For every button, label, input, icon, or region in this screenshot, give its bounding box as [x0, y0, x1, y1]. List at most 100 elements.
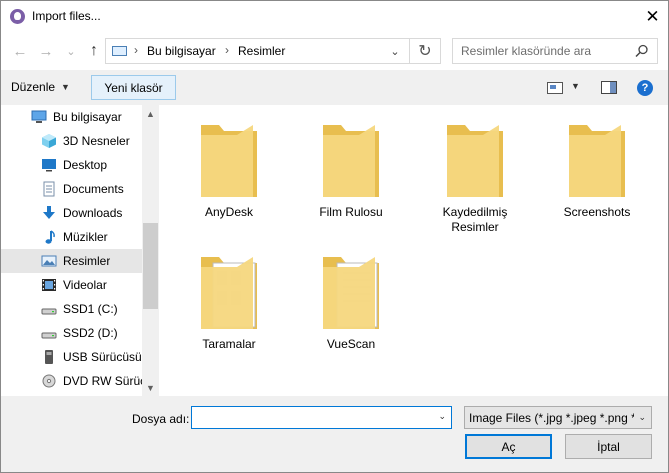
sidebar-item[interactable]: DVD RW Sürüc: [1, 369, 142, 393]
folder-icon: [199, 253, 259, 331]
navigation-scrollbar[interactable]: ▲ ▼: [142, 105, 159, 396]
chevron-down-icon[interactable]: ⌄: [438, 411, 446, 422]
recent-locations-button[interactable]: ⌄: [61, 40, 81, 62]
folder-item[interactable]: AnyDesk: [179, 121, 279, 220]
dialog-footer: Dosya adı: ⌄ Image Files (*.jpg *.jpeg *…: [1, 396, 668, 472]
folder-item[interactable]: Film Rulosu: [301, 121, 401, 220]
navigation-pane: Bu bilgisayar 3D Nesneler Desktop Documents…: [1, 105, 160, 396]
filename-label: Dosya adı:: [132, 412, 190, 426]
folder-item[interactable]: Screenshots: [547, 121, 647, 220]
window-title: Import files...: [32, 9, 101, 23]
downloads-icon: [41, 205, 57, 221]
open-label: Aç: [501, 439, 516, 454]
title-bar: Import files... ✕: [1, 1, 668, 32]
scroll-down-arrow[interactable]: ▼: [142, 379, 159, 396]
pictures-icon: [41, 253, 57, 269]
organize-button[interactable]: Düzenle ▼: [11, 76, 70, 98]
file-list: AnyDesk Film Rulosu Kaydedilmiş Resimler Sc…: [161, 105, 668, 396]
sidebar-item[interactable]: Documents: [1, 177, 142, 201]
view-options-chevron-icon[interactable]: ▼: [571, 81, 580, 91]
folder-icon: [199, 121, 259, 199]
pictures-location-icon: [112, 46, 127, 56]
sidebar-item[interactable]: SSD2 (D:): [1, 321, 142, 345]
sidebar-item-label: Müzikler: [63, 230, 108, 244]
folder-label: AnyDesk: [204, 205, 254, 219]
search-box[interactable]: [452, 38, 658, 64]
breadcrumb-this-pc[interactable]: Bu bilgisayar: [147, 44, 216, 58]
scrollbar-thumb[interactable]: [143, 223, 158, 309]
sidebar-item[interactable]: Desktop: [1, 153, 142, 177]
sidebar-item[interactable]: Videolar: [1, 273, 142, 297]
folder-icon: [567, 121, 627, 199]
filename-input[interactable]: [194, 410, 433, 427]
folder-label: Kaydedilmiş Resimler: [442, 205, 508, 234]
new-folder-button[interactable]: Yeni klasör: [91, 75, 176, 100]
desktop-icon: [41, 157, 57, 173]
sidebar-item-label: Downloads: [63, 206, 123, 220]
cancel-label: İptal: [597, 439, 620, 454]
sidebar-item-label: Bu bilgisayar: [53, 110, 122, 124]
change-view-icon[interactable]: [547, 82, 563, 94]
file-type-value: Image Files (*.jpg *.jpeg *.png *: [469, 411, 634, 425]
forward-button[interactable]: →: [36, 40, 56, 62]
dvd-drive-icon: [41, 373, 57, 389]
navigation-bar: ← → ⌄ ↑ › Bu bilgisayar › Resimler ⌄ ↻: [1, 32, 668, 70]
folder-item[interactable]: VueScan: [301, 253, 401, 352]
folder-item[interactable]: Kaydedilmiş Resimler: [425, 121, 525, 235]
sidebar-item[interactable]: Resimler: [1, 249, 142, 273]
folder-label: Film Rulosu: [319, 205, 383, 219]
music-icon: [41, 229, 57, 245]
sidebar-item-label: Resimler: [63, 254, 111, 268]
documents-icon: [41, 181, 57, 197]
usb-drive-icon: [41, 349, 57, 365]
sidebar-item-label: Documents: [63, 182, 124, 196]
search-input[interactable]: [459, 43, 633, 59]
folder-icon: [445, 121, 505, 199]
help-icon[interactable]: ?: [637, 80, 653, 96]
folder-label: Taramalar: [202, 337, 256, 351]
scroll-up-arrow[interactable]: ▲: [142, 105, 159, 122]
videos-icon: [41, 277, 57, 293]
breadcrumb-pictures[interactable]: Resimler: [238, 44, 285, 58]
chevron-down-icon: ▼: [61, 82, 70, 92]
folder-label: VueScan: [326, 337, 376, 351]
sidebar-item-label: Desktop: [63, 158, 108, 172]
file-type-select[interactable]: Image Files (*.jpg *.jpeg *.png * ⌄: [464, 406, 652, 429]
sidebar-item-label: Videolar: [63, 278, 107, 292]
sidebar-item-label: DVD RW Sürüc: [63, 374, 142, 388]
3d-objects-icon: [41, 133, 57, 149]
open-button[interactable]: Aç: [465, 434, 552, 459]
up-button[interactable]: ↑: [84, 40, 104, 62]
breadcrumb-separator: ›: [134, 43, 138, 57]
search-icon[interactable]: [635, 44, 649, 58]
organize-label: Düzenle: [11, 80, 56, 94]
folder-label: Screenshots: [563, 205, 631, 219]
chevron-down-icon: ⌄: [638, 412, 646, 422]
sidebar-item[interactable]: USB Sürücüsü (: [1, 345, 142, 369]
sidebar-item[interactable]: Bu bilgisayar: [1, 105, 142, 129]
folder-item[interactable]: Taramalar: [179, 253, 279, 352]
cancel-button[interactable]: İptal: [565, 434, 652, 459]
refresh-button[interactable]: ↻: [409, 39, 440, 63]
import-files-dialog: Import files... ✕ ← → ⌄ ↑ › Bu bilgisaya…: [0, 0, 669, 473]
drive-icon: [41, 325, 57, 341]
drive-icon: [41, 301, 57, 317]
app-icon: [10, 9, 25, 24]
sidebar-item-label: USB Sürücüsü (: [63, 350, 142, 364]
sidebar-item-label: SSD2 (D:): [63, 326, 118, 340]
address-dropdown-button[interactable]: ⌄: [380, 39, 410, 63]
filename-combobox[interactable]: ⌄: [191, 406, 452, 429]
computer-icon: [31, 109, 47, 125]
sidebar-item[interactable]: SSD1 (C:): [1, 297, 142, 321]
folder-icon: [321, 121, 381, 199]
sidebar-item[interactable]: Downloads: [1, 201, 142, 225]
close-button[interactable]: ✕: [637, 1, 668, 32]
back-button[interactable]: ←: [10, 40, 30, 62]
breadcrumb-separator: ›: [225, 43, 229, 57]
preview-pane-icon[interactable]: [601, 81, 617, 94]
address-bar[interactable]: › Bu bilgisayar › Resimler ⌄ ↻: [105, 38, 441, 64]
sidebar-item[interactable]: 3D Nesneler: [1, 129, 142, 153]
new-folder-label: Yeni klasör: [104, 80, 163, 95]
sidebar-item[interactable]: Müzikler: [1, 225, 142, 249]
command-bar: Düzenle ▼ Yeni klasör ▼ ?: [1, 70, 668, 105]
